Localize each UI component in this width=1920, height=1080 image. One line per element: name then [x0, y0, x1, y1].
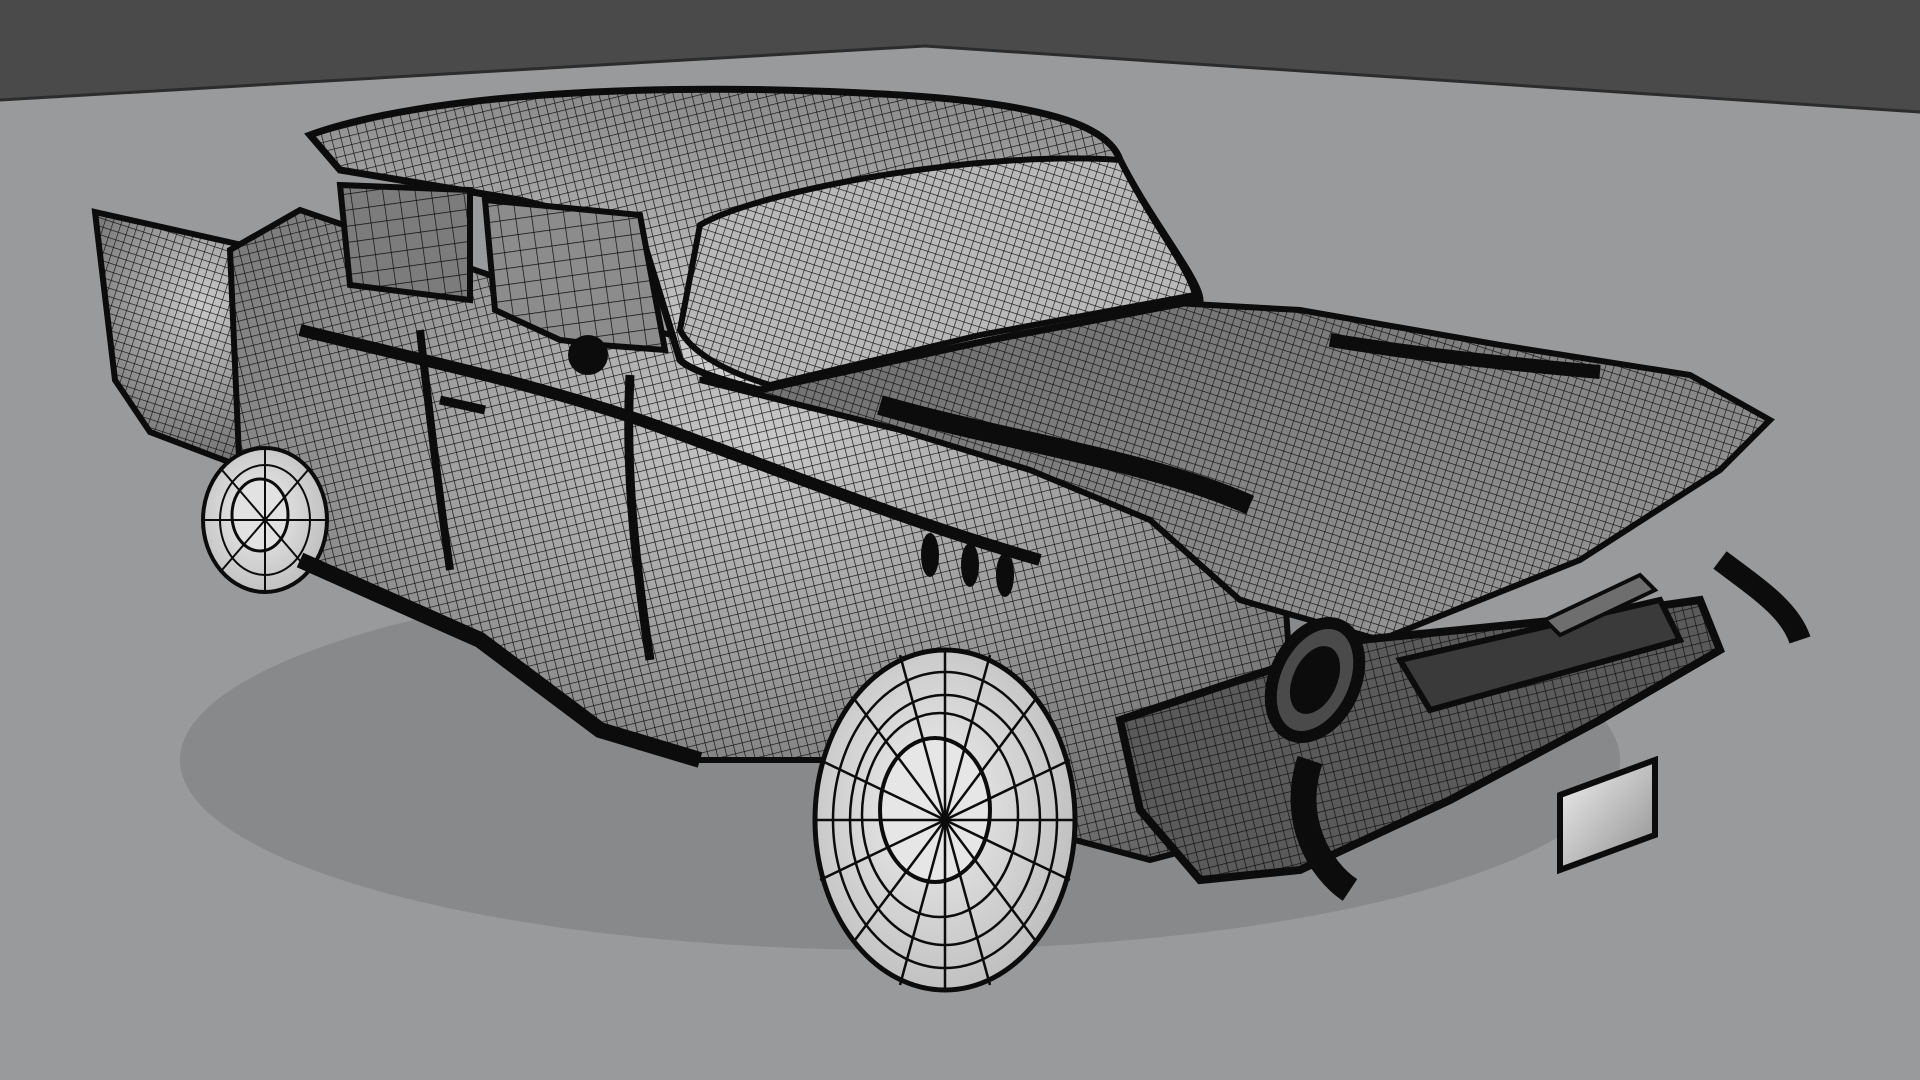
front-wheel [812, 647, 1078, 993]
side-mirror [568, 335, 608, 375]
car-wireframe-scene [0, 0, 1920, 1080]
fender-vent-3 [996, 553, 1014, 597]
fender-vent-2 [961, 543, 979, 587]
rear-side-window-mesh [340, 185, 470, 300]
render-viewport [0, 0, 1920, 1080]
fender-vent-1 [921, 533, 939, 577]
